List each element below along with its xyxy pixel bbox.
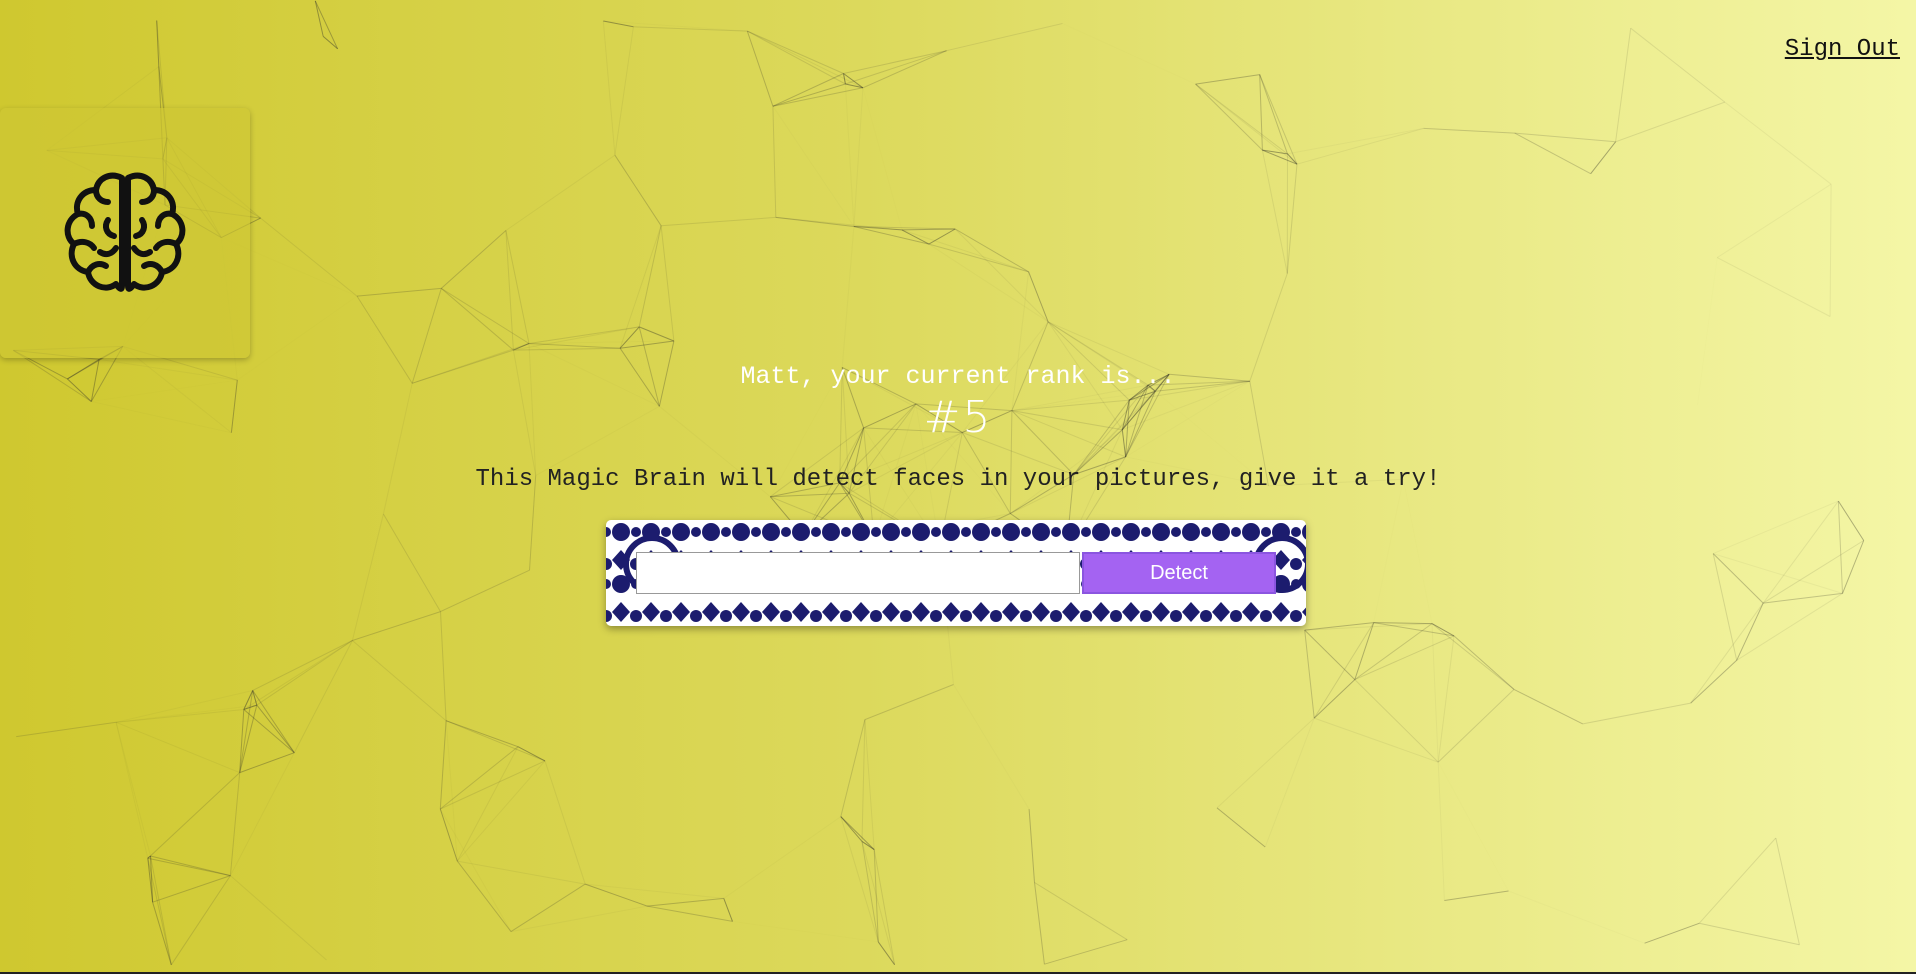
detect-button[interactable]: Detect <box>1082 552 1276 594</box>
image-link-form: Detect <box>606 520 1306 626</box>
brain-icon <box>64 172 186 292</box>
intro-text: This Magic Brain will detect faces in yo… <box>475 466 1441 493</box>
rank-value: #5 <box>923 392 993 443</box>
sign-out-link[interactable]: Sign Out <box>1785 36 1900 63</box>
rank-message: Matt, your current rank is... <box>740 362 1176 391</box>
image-url-input[interactable] <box>636 552 1080 594</box>
logo-card[interactable] <box>0 108 250 358</box>
